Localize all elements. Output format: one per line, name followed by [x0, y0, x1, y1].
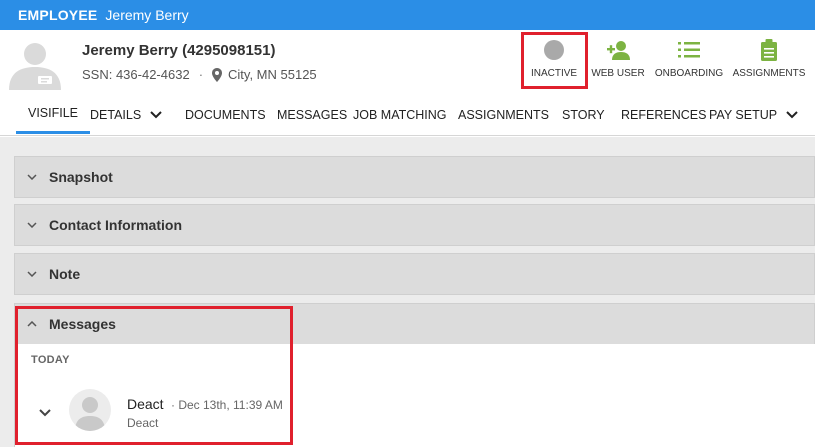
tab-job-matching-label: JOB MATCHING — [353, 107, 447, 122]
clipboard-icon — [761, 36, 777, 64]
record-name-label: Jeremy Berry — [105, 7, 189, 23]
web-user-button[interactable]: WEB USER — [590, 36, 646, 88]
messages-highlight-box — [15, 306, 293, 445]
chevron-down-icon — [786, 110, 798, 119]
tab-assignments-label: ASSIGNMENTS — [458, 107, 549, 122]
top-bar: EMPLOYEE Jeremy Berry — [0, 0, 815, 30]
web-user-label: WEB USER — [591, 68, 645, 79]
inactive-highlight-box — [521, 32, 588, 89]
location-text: City, MN 55125 — [228, 67, 317, 82]
tab-job-matching[interactable]: JOB MATCHING — [353, 94, 447, 135]
panel-contact-information[interactable]: Contact Information — [14, 204, 815, 246]
panel-snapshot-title: Snapshot — [49, 169, 113, 185]
tab-visifile[interactable]: VISIFILE — [16, 94, 91, 134]
onboarding-label: ONBOARDING — [654, 68, 724, 79]
panel-note[interactable]: Note — [14, 253, 815, 295]
employee-subinfo: SSN: 436-42-4632 · City, MN 55125 — [82, 67, 317, 82]
onboarding-button[interactable]: ONBOARDING — [652, 36, 726, 88]
panel-contact-information-title: Contact Information — [49, 217, 182, 233]
tab-story-label: STORY — [562, 107, 605, 122]
assignments-label: ASSIGNMENTS — [732, 68, 806, 79]
checklist-icon — [678, 36, 700, 64]
tab-messages-label: MESSAGES — [277, 107, 348, 122]
chevron-down-icon — [15, 271, 49, 277]
tab-details[interactable]: DETAILS — [90, 94, 162, 135]
panel-snapshot[interactable]: Snapshot — [14, 156, 815, 198]
add-user-icon — [605, 36, 631, 64]
tab-visifile-label: VISIFILE — [28, 105, 79, 120]
assignments-button[interactable]: ASSIGNMENTS — [730, 36, 808, 88]
ssn-text: SSN: 436-42-4632 — [82, 67, 190, 82]
separator-dot: · — [198, 67, 204, 82]
employee-header: Jeremy Berry (4295098151) SSN: 436-42-46… — [0, 30, 815, 94]
tab-messages[interactable]: MESSAGES — [277, 94, 347, 135]
tab-documents[interactable]: DOCUMENTS — [185, 94, 266, 135]
employee-title: Jeremy Berry (4295098151) — [82, 42, 276, 59]
tab-documents-label: DOCUMENTS — [185, 107, 266, 122]
record-type-label: EMPLOYEE — [18, 7, 98, 23]
tab-pay-setup-label: PAY SETUP — [709, 107, 778, 122]
location-pin-icon — [212, 67, 223, 82]
employee-avatar-icon — [6, 36, 64, 90]
tab-story[interactable]: STORY — [562, 94, 605, 135]
tab-details-label: DETAILS — [90, 107, 142, 122]
tab-assignments[interactable]: ASSIGNMENTS — [458, 94, 549, 135]
chevron-down-icon — [15, 174, 49, 180]
tab-references-label: REFERENCES — [621, 107, 707, 122]
panel-note-title: Note — [49, 266, 81, 282]
chevron-down-icon — [150, 110, 162, 119]
tab-bar: VISIFILE DETAILS DOCUMENTS MESSAGES JOB … — [0, 94, 815, 136]
tab-references[interactable]: REFERENCES — [621, 94, 706, 135]
tab-pay-setup[interactable]: PAY SETUP — [709, 94, 798, 135]
chevron-down-icon — [15, 222, 49, 228]
